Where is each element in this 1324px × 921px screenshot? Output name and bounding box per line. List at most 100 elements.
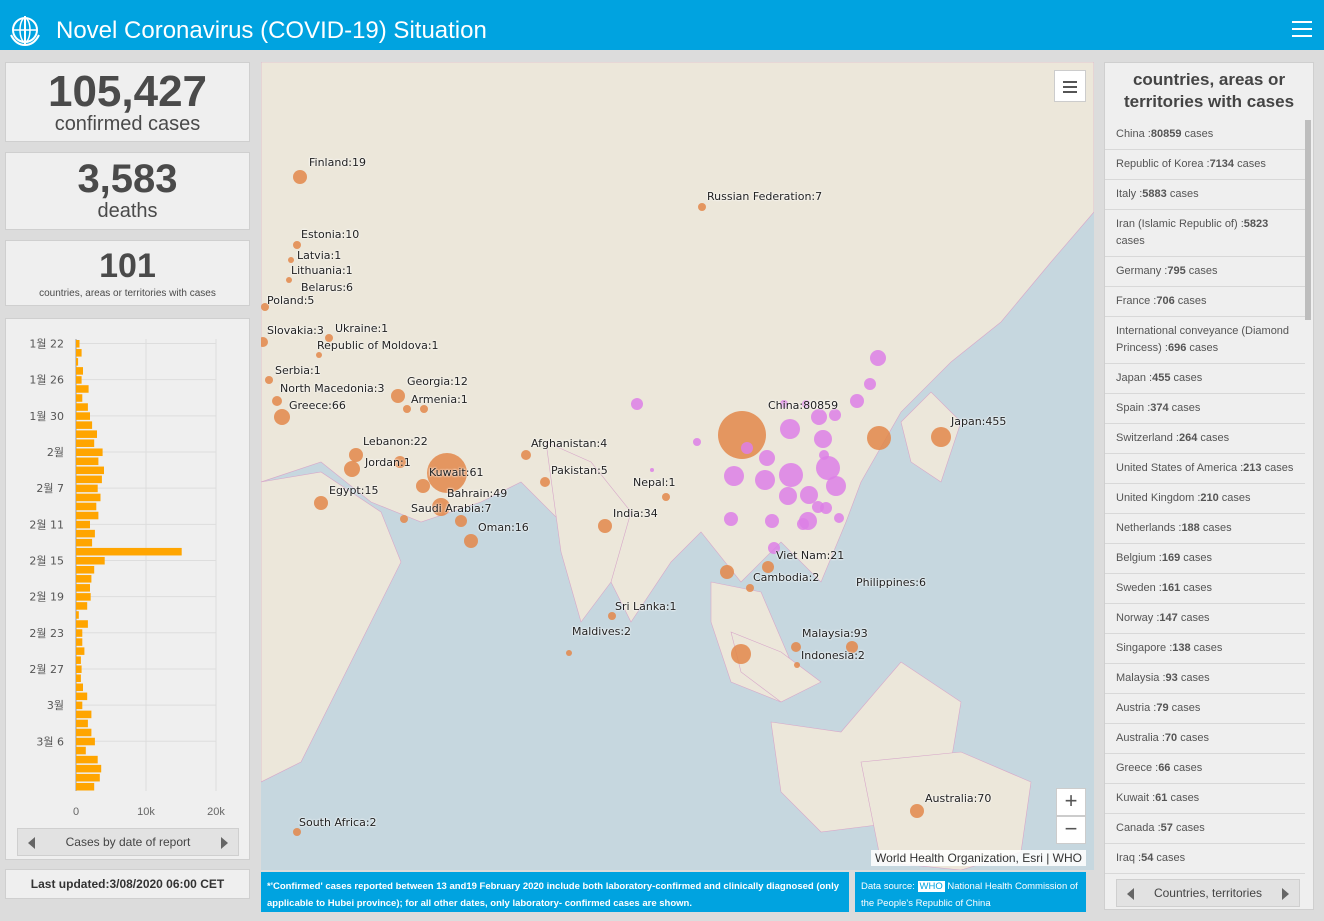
chart-bar[interactable]: [76, 611, 79, 619]
chart-bar[interactable]: [76, 349, 82, 357]
chart-bar[interactable]: [76, 575, 92, 583]
case-bubble[interactable]: [403, 405, 411, 413]
chart-bar[interactable]: [76, 755, 98, 764]
chart-bar[interactable]: [76, 448, 103, 457]
country-list-item[interactable]: Sweden :161 cases: [1105, 574, 1305, 604]
case-bubble[interactable]: [349, 448, 363, 462]
chart-bar[interactable]: [76, 520, 90, 529]
chart-bar[interactable]: [76, 584, 90, 592]
case-bubble[interactable]: [724, 466, 744, 486]
chart-bar[interactable]: [76, 547, 182, 556]
country-list-item[interactable]: Australia :70 cases: [1105, 724, 1305, 754]
case-bubble[interactable]: [293, 241, 301, 249]
country-list-item[interactable]: Kuwait :61 cases: [1105, 784, 1305, 814]
chart-bar[interactable]: [76, 647, 85, 655]
country-list-item[interactable]: United Kingdom :210 cases: [1105, 484, 1305, 514]
chart-bar[interactable]: [76, 430, 97, 438]
case-bubble[interactable]: [724, 512, 738, 526]
chart-bar[interactable]: [76, 638, 83, 646]
case-bubble[interactable]: [464, 534, 478, 548]
countries-footer[interactable]: Countries, territories: [1116, 879, 1300, 907]
chart-bar[interactable]: [76, 692, 88, 701]
chart-bar[interactable]: [76, 773, 100, 782]
chart-bar[interactable]: [76, 403, 88, 411]
chart-footer[interactable]: Cases by date of report: [17, 828, 239, 856]
country-list-item[interactable]: Austria :79 cases: [1105, 694, 1305, 724]
case-bubble[interactable]: [759, 450, 775, 466]
country-list-item[interactable]: International conveyance (Diamond Prince…: [1105, 317, 1305, 364]
country-list-item[interactable]: Greece :66 cases: [1105, 754, 1305, 784]
chart-bar[interactable]: [76, 656, 81, 664]
case-bubble[interactable]: [293, 828, 301, 836]
case-bubble[interactable]: [814, 430, 832, 448]
case-bubble[interactable]: [826, 476, 846, 496]
chart-bar[interactable]: [76, 412, 90, 420]
case-bubble[interactable]: [834, 513, 844, 523]
chart-bar[interactable]: [76, 502, 97, 511]
chart-bar[interactable]: [76, 538, 93, 547]
country-list-item[interactable]: Germany :795 cases: [1105, 257, 1305, 287]
case-bubble[interactable]: [794, 662, 800, 668]
case-bubble[interactable]: [274, 409, 290, 425]
case-bubble[interactable]: [608, 612, 616, 620]
chart-bar[interactable]: [76, 683, 83, 692]
chart-bar[interactable]: [76, 556, 105, 565]
case-bubble[interactable]: [779, 463, 803, 487]
case-bubble[interactable]: [286, 277, 292, 283]
chart-bar[interactable]: [76, 511, 99, 520]
case-bubble[interactable]: [521, 450, 531, 460]
chevron-right-icon[interactable]: [1282, 888, 1289, 900]
case-bubble[interactable]: [540, 477, 550, 487]
chart-bar[interactable]: [76, 665, 82, 673]
country-list-item[interactable]: Thailand :50 cases: [1105, 874, 1305, 878]
chart-bar[interactable]: [76, 674, 81, 683]
chart-bar[interactable]: [76, 529, 95, 538]
case-bubble[interactable]: [910, 804, 924, 818]
case-bubble[interactable]: [662, 493, 670, 501]
chart-bar[interactable]: [76, 719, 88, 728]
case-bubble[interactable]: [718, 411, 766, 459]
chart-bar[interactable]: [76, 764, 102, 773]
case-bubble[interactable]: [931, 427, 951, 447]
case-bubble[interactable]: [272, 396, 282, 406]
chart-bar[interactable]: [76, 466, 104, 475]
country-list-item[interactable]: Canada :57 cases: [1105, 814, 1305, 844]
chart-bar[interactable]: [76, 728, 92, 737]
country-list-item[interactable]: Malaysia :93 cases: [1105, 664, 1305, 694]
chart-bar[interactable]: [76, 566, 95, 574]
case-bubble[interactable]: [791, 642, 801, 652]
chart-bar[interactable]: [76, 620, 88, 628]
case-bubble[interactable]: [800, 486, 818, 504]
case-bubble[interactable]: [741, 442, 753, 454]
country-list-item[interactable]: Netherlands :188 cases: [1105, 514, 1305, 544]
countries-list-scrollbar[interactable]: [1305, 120, 1311, 320]
case-bubble[interactable]: [631, 398, 643, 410]
chart-bar[interactable]: [76, 629, 83, 637]
country-list-item[interactable]: Switzerland :264 cases: [1105, 424, 1305, 454]
country-list-item[interactable]: Iran (Islamic Republic of) :5823 cases: [1105, 210, 1305, 257]
chart-bar[interactable]: [76, 746, 86, 755]
country-list-item[interactable]: China :80859 cases: [1105, 120, 1305, 150]
hamburger-menu-icon[interactable]: [1292, 21, 1312, 39]
chart-bar[interactable]: [76, 593, 91, 601]
countries-list[interactable]: China :80859 cases Republic of Korea :713…: [1105, 120, 1305, 878]
chart-bar[interactable]: [76, 493, 101, 502]
case-bubble[interactable]: [566, 650, 572, 656]
country-list-item[interactable]: Japan :455 cases: [1105, 364, 1305, 394]
chart-bar[interactable]: [76, 737, 95, 746]
case-bubble[interactable]: [650, 468, 654, 472]
chart-bar[interactable]: [76, 367, 83, 375]
map-view[interactable]: Finland:19 Russian Federation:7 Estonia:10…: [261, 62, 1094, 870]
country-list-item[interactable]: Belgium :169 cases: [1105, 544, 1305, 574]
country-list-item[interactable]: United States of America :213 cases: [1105, 454, 1305, 484]
case-bubble[interactable]: [780, 419, 800, 439]
country-list-item[interactable]: Norway :147 cases: [1105, 604, 1305, 634]
case-bubble[interactable]: [870, 350, 886, 366]
chart-bar[interactable]: [76, 602, 88, 610]
country-list-item[interactable]: Spain :374 cases: [1105, 394, 1305, 424]
chart-bar[interactable]: [76, 358, 79, 366]
case-bubble[interactable]: [455, 515, 467, 527]
case-bubble[interactable]: [416, 479, 430, 493]
chart-bar[interactable]: [76, 376, 82, 384]
zoom-out-button[interactable]: −: [1056, 816, 1086, 844]
